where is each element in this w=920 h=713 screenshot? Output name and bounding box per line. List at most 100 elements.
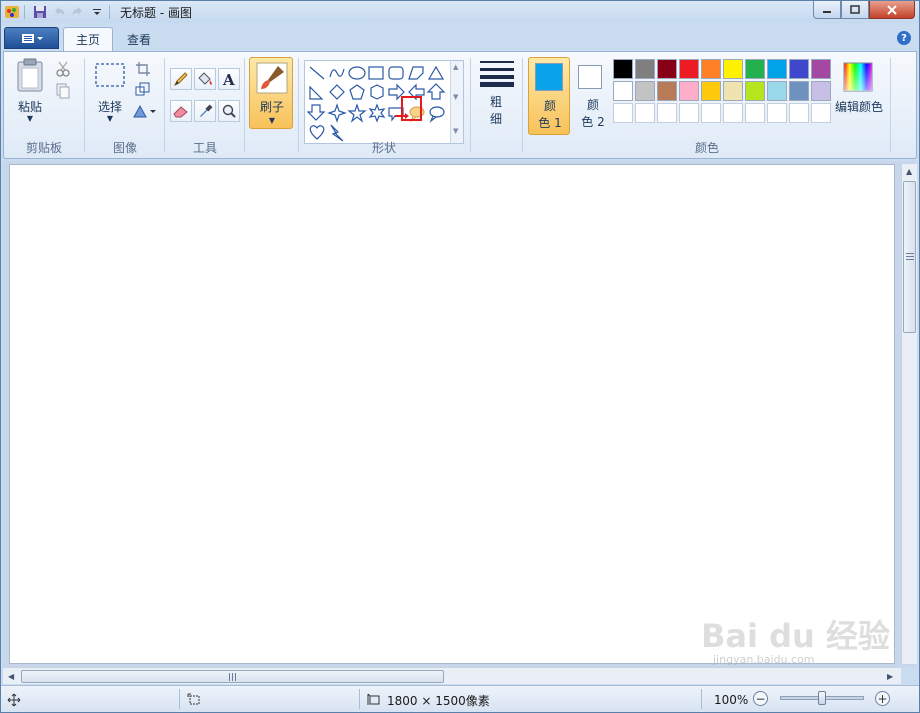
shapes-gallery-scrollbar[interactable]: ▲ ▼ ▼ [450,61,463,143]
palette-color-swatch[interactable] [701,59,721,79]
palette-color-swatch[interactable] [811,81,831,101]
fill-tool[interactable] [194,68,216,90]
size-label: 粗细 [489,95,502,126]
pencil-tool[interactable] [170,68,192,90]
palette-color-swatch[interactable] [767,81,787,101]
drawing-canvas[interactable] [9,164,895,664]
palette-color-swatch[interactable] [657,59,677,79]
canvas-size-icon [367,693,380,705]
palette-color-swatch[interactable] [657,81,677,101]
palette-color-swatch[interactable] [679,81,699,101]
palette-color-swatch[interactable] [745,59,765,79]
gallery-scroll-down-icon[interactable]: ▼ [453,93,458,101]
color1-label: 颜色 1 [538,99,562,130]
palette-color-swatch[interactable] [767,59,787,79]
select-button[interactable]: 选择 ▼ [90,56,130,126]
tab-home-label: 主页 [76,33,101,47]
paint-app-icon[interactable] [4,4,20,20]
color-picker-tool[interactable] [194,100,216,122]
cut-icon[interactable] [54,60,72,78]
zoom-slider-thumb[interactable] [818,691,826,705]
text-tool[interactable]: A [218,68,240,90]
minimize-button[interactable] [813,1,841,19]
copy-icon[interactable] [54,82,72,100]
scroll-right-icon[interactable]: ▶ [887,672,893,681]
palette-color-swatch[interactable] [811,59,831,79]
tools-group-label: 工具 [192,141,217,155]
horizontal-scroll-thumb[interactable] [21,670,444,683]
canvas-size-indicator: 1800 × 1500像素 [367,690,490,710]
grip-icon [229,673,236,681]
palette-color-swatch[interactable] [635,103,655,123]
gallery-scroll-up-icon[interactable]: ▲ [453,63,458,71]
color1-button[interactable]: 颜色 1 [528,57,570,135]
brushes-button[interactable]: 刷子 ▼ [249,57,293,129]
zoom-out-button[interactable]: − [753,691,768,706]
maximize-button[interactable] [841,1,869,19]
palette-color-swatch[interactable] [613,81,633,101]
save-icon[interactable] [32,4,48,20]
clipboard-icon [17,58,43,92]
color-spectrum-icon [843,62,873,92]
image-group: 选择 ▼ 图像 [86,52,164,158]
palette-color-swatch[interactable] [613,103,633,123]
window-controls [813,1,915,19]
palette-color-swatch[interactable] [679,103,699,123]
palette-color-swatch[interactable] [745,81,765,101]
tab-home[interactable]: 主页 [63,27,114,51]
app-menu-button[interactable] [4,27,59,49]
scroll-left-icon[interactable]: ◀ [8,672,14,681]
scroll-up-icon[interactable]: ▲ [906,167,912,176]
rotate-icon[interactable] [132,102,158,120]
redo-icon[interactable] [70,4,86,20]
palette-color-swatch[interactable] [745,103,765,123]
palette-color-swatch[interactable] [613,59,633,79]
gallery-expand-icon[interactable]: ▼ [453,127,458,135]
shapes-group-label: 形状 [371,141,396,155]
magnifier-tool[interactable] [218,100,240,122]
paste-button[interactable]: 粘贴 ▼ [12,56,48,126]
selected-shape-highlight [401,96,422,121]
shapes-grid [307,65,446,142]
color2-swatch [578,65,602,89]
select-dropdown-arrow: ▼ [106,114,114,123]
palette-color-swatch[interactable] [701,103,721,123]
palette-color-swatch[interactable] [723,81,743,101]
vertical-scrollbar[interactable]: ▲ [901,164,917,664]
eyedropper-icon [200,104,213,117]
palette-color-swatch[interactable] [723,59,743,79]
palette-color-swatch[interactable] [701,81,721,101]
vertical-scroll-thumb[interactable] [903,181,916,333]
zoom-level: 100% [714,693,749,707]
image-group-label: 图像 [112,141,137,155]
undo-icon[interactable] [51,4,67,20]
edit-colors-button[interactable]: 编辑颜色 [834,60,884,130]
paint-bucket-icon [198,72,212,85]
palette-color-swatch[interactable] [811,103,831,123]
eraser-tool[interactable] [170,100,192,122]
cursor-position-icon [7,690,21,710]
palette-color-swatch[interactable] [789,103,809,123]
customize-quick-access-icon[interactable] [89,4,105,20]
palette-color-swatch[interactable] [679,59,699,79]
palette-color-swatch[interactable] [657,103,677,123]
size-button[interactable]: 粗细 [474,52,522,158]
palette-color-swatch[interactable] [635,59,655,79]
line-width-icon [480,61,514,87]
close-button[interactable] [869,1,915,19]
horizontal-scrollbar[interactable]: ◀ ▶ [3,667,901,684]
color2-button[interactable]: 颜色 2 [572,57,612,135]
help-icon[interactable]: ? [897,31,911,45]
zoom-in-button[interactable]: + [875,691,890,706]
palette-color-swatch[interactable] [767,103,787,123]
crop-icon[interactable] [134,60,152,78]
tab-view[interactable]: 查看 [115,27,163,51]
palette-color-swatch[interactable] [635,81,655,101]
palette-color-swatch[interactable] [789,59,809,79]
palette-color-swatch[interactable] [789,81,809,101]
group-divider [522,58,523,152]
palette-color-swatch[interactable] [723,103,743,123]
resize-icon[interactable] [134,80,152,98]
paste-label: 粘贴 [17,100,42,114]
zoom-slider[interactable] [780,691,864,705]
